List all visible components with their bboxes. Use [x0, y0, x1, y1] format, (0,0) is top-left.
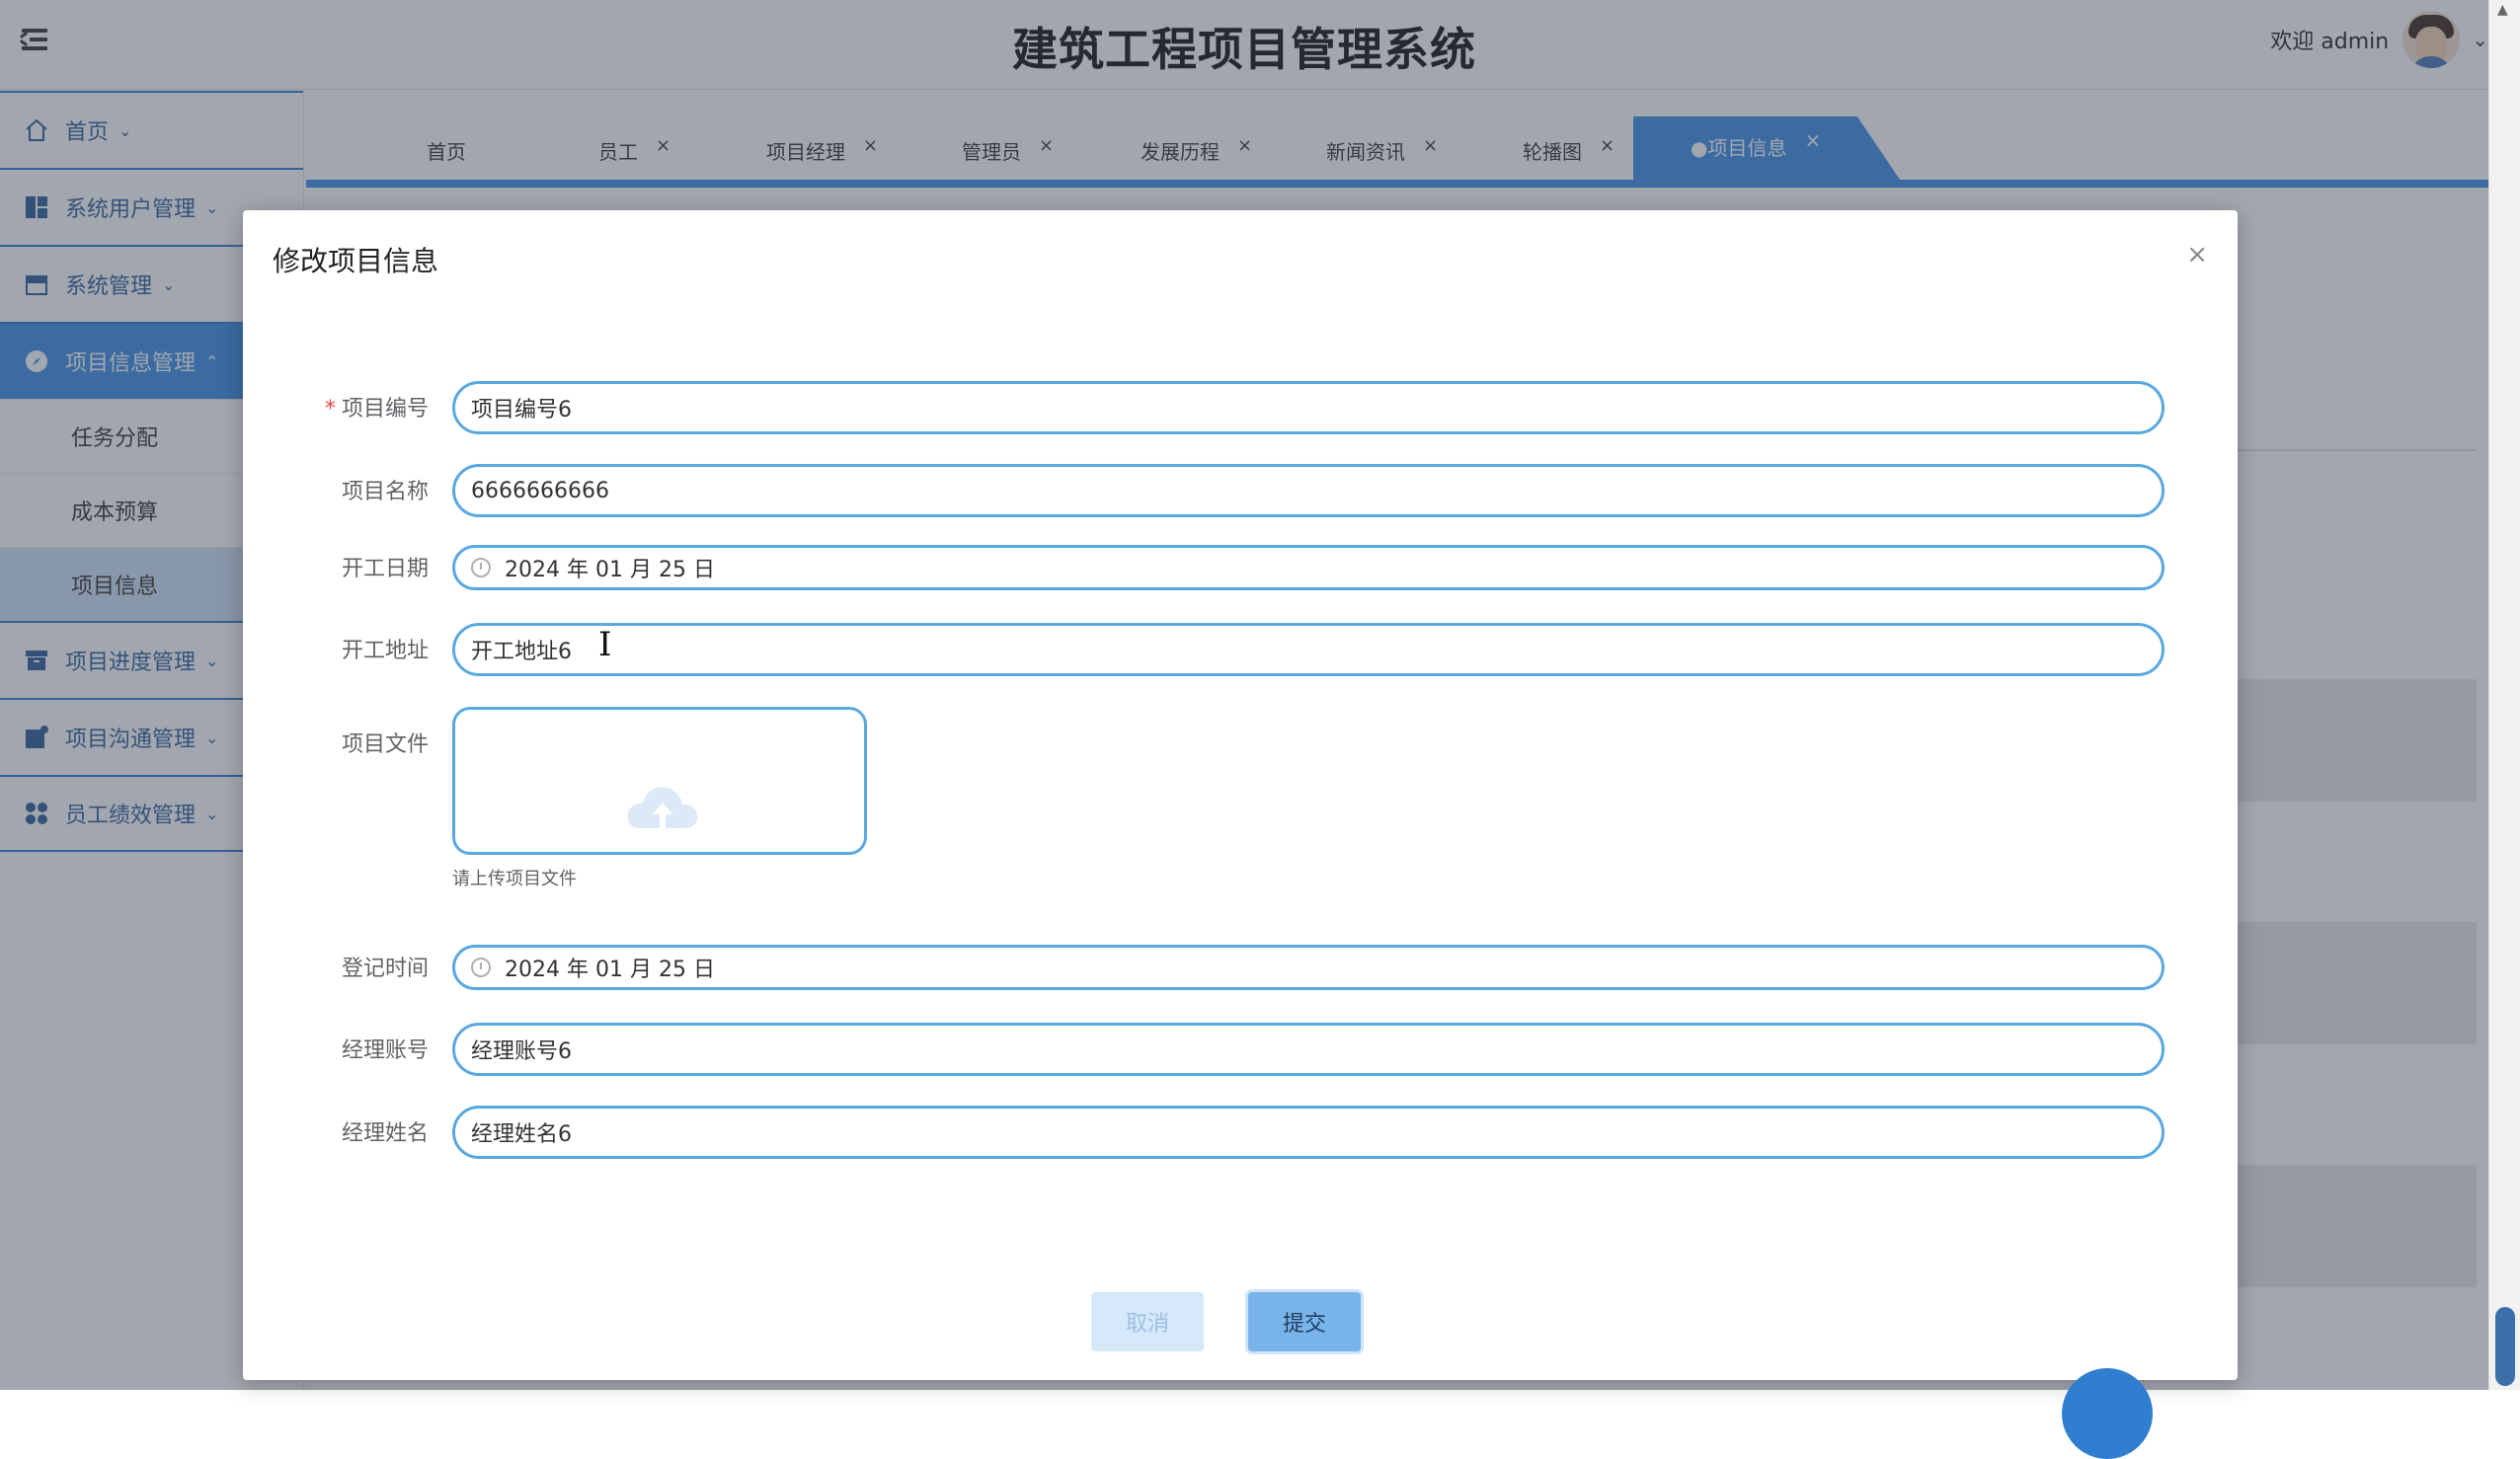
- cloud-upload-icon: [627, 787, 698, 828]
- form-row-project-name: 项目名称 6666666666: [243, 464, 2238, 517]
- scrollbar-thumb[interactable]: [2495, 1307, 2515, 1386]
- input-value: 2024 年 01 月 25 日: [505, 558, 715, 582]
- input-value: 经理姓名6: [471, 1122, 572, 1147]
- page-scrollbar[interactable]: ▲: [2488, 0, 2520, 1390]
- dialog-title: 修改项目信息: [273, 245, 439, 277]
- form-row-manager-name: 经理姓名 经理姓名6: [243, 1106, 2238, 1159]
- form-row-register-time: 登记时间 2024 年 01 月 25 日: [243, 945, 2238, 990]
- project-no-input[interactable]: 项目编号6: [452, 381, 2165, 434]
- text-cursor-icon: I: [598, 625, 612, 664]
- form-row-start-date: 开工日期 2024 年 01 月 25 日: [243, 545, 2238, 590]
- field-label: 经理姓名: [341, 1121, 429, 1146]
- field-label: 开工地址: [341, 639, 429, 663]
- floating-action-button[interactable]: [2062, 1368, 2153, 1459]
- input-value: 2024 年 01 月 25 日: [505, 958, 715, 982]
- edit-project-dialog: 修改项目信息 × * 项目编号 项目编号6 项目名称 6666666666 开工日…: [243, 210, 2238, 1380]
- field-label: 开工日期: [341, 557, 429, 581]
- start-address-input[interactable]: 开工地址6: [452, 623, 2165, 676]
- upload-tip: 请上传项目文件: [452, 869, 577, 889]
- close-icon[interactable]: ×: [2186, 240, 2208, 269]
- clock-icon: [471, 958, 491, 977]
- form-row-project-no: * 项目编号 项目编号6: [243, 381, 2238, 434]
- manager-name-input[interactable]: 经理姓名6: [452, 1106, 2165, 1159]
- cancel-button[interactable]: 取消: [1091, 1292, 1204, 1351]
- label-text: 项目编号: [341, 397, 429, 422]
- project-name-input[interactable]: 6666666666: [452, 464, 2165, 517]
- register-time-picker[interactable]: 2024 年 01 月 25 日: [452, 945, 2165, 990]
- manager-account-input[interactable]: 经理账号6: [452, 1023, 2165, 1076]
- input-value: 经理账号6: [471, 1039, 572, 1064]
- form-row-project-file: 项目文件 请上传项目文件: [243, 707, 2238, 904]
- input-value: 6666666666: [471, 478, 609, 503]
- clock-icon: [471, 558, 491, 577]
- form-row-manager-account: 经理账号 经理账号6: [243, 1023, 2238, 1076]
- input-value: 开工地址6: [471, 640, 572, 664]
- form-row-start-address: 开工地址 开工地址6: [243, 623, 2238, 676]
- field-label: 经理账号: [341, 1038, 429, 1063]
- field-label: 项目名称: [341, 480, 429, 504]
- scroll-up-icon[interactable]: ▲: [2497, 2, 2508, 18]
- file-upload-box[interactable]: [452, 707, 867, 855]
- field-label: 项目文件: [341, 732, 429, 757]
- input-value: 项目编号6: [471, 398, 572, 422]
- field-label: * 项目编号: [325, 391, 429, 422]
- required-mark: *: [324, 397, 336, 422]
- field-label: 登记时间: [341, 957, 429, 981]
- start-date-picker[interactable]: 2024 年 01 月 25 日: [452, 545, 2165, 590]
- submit-button[interactable]: 提交: [1248, 1292, 1361, 1351]
